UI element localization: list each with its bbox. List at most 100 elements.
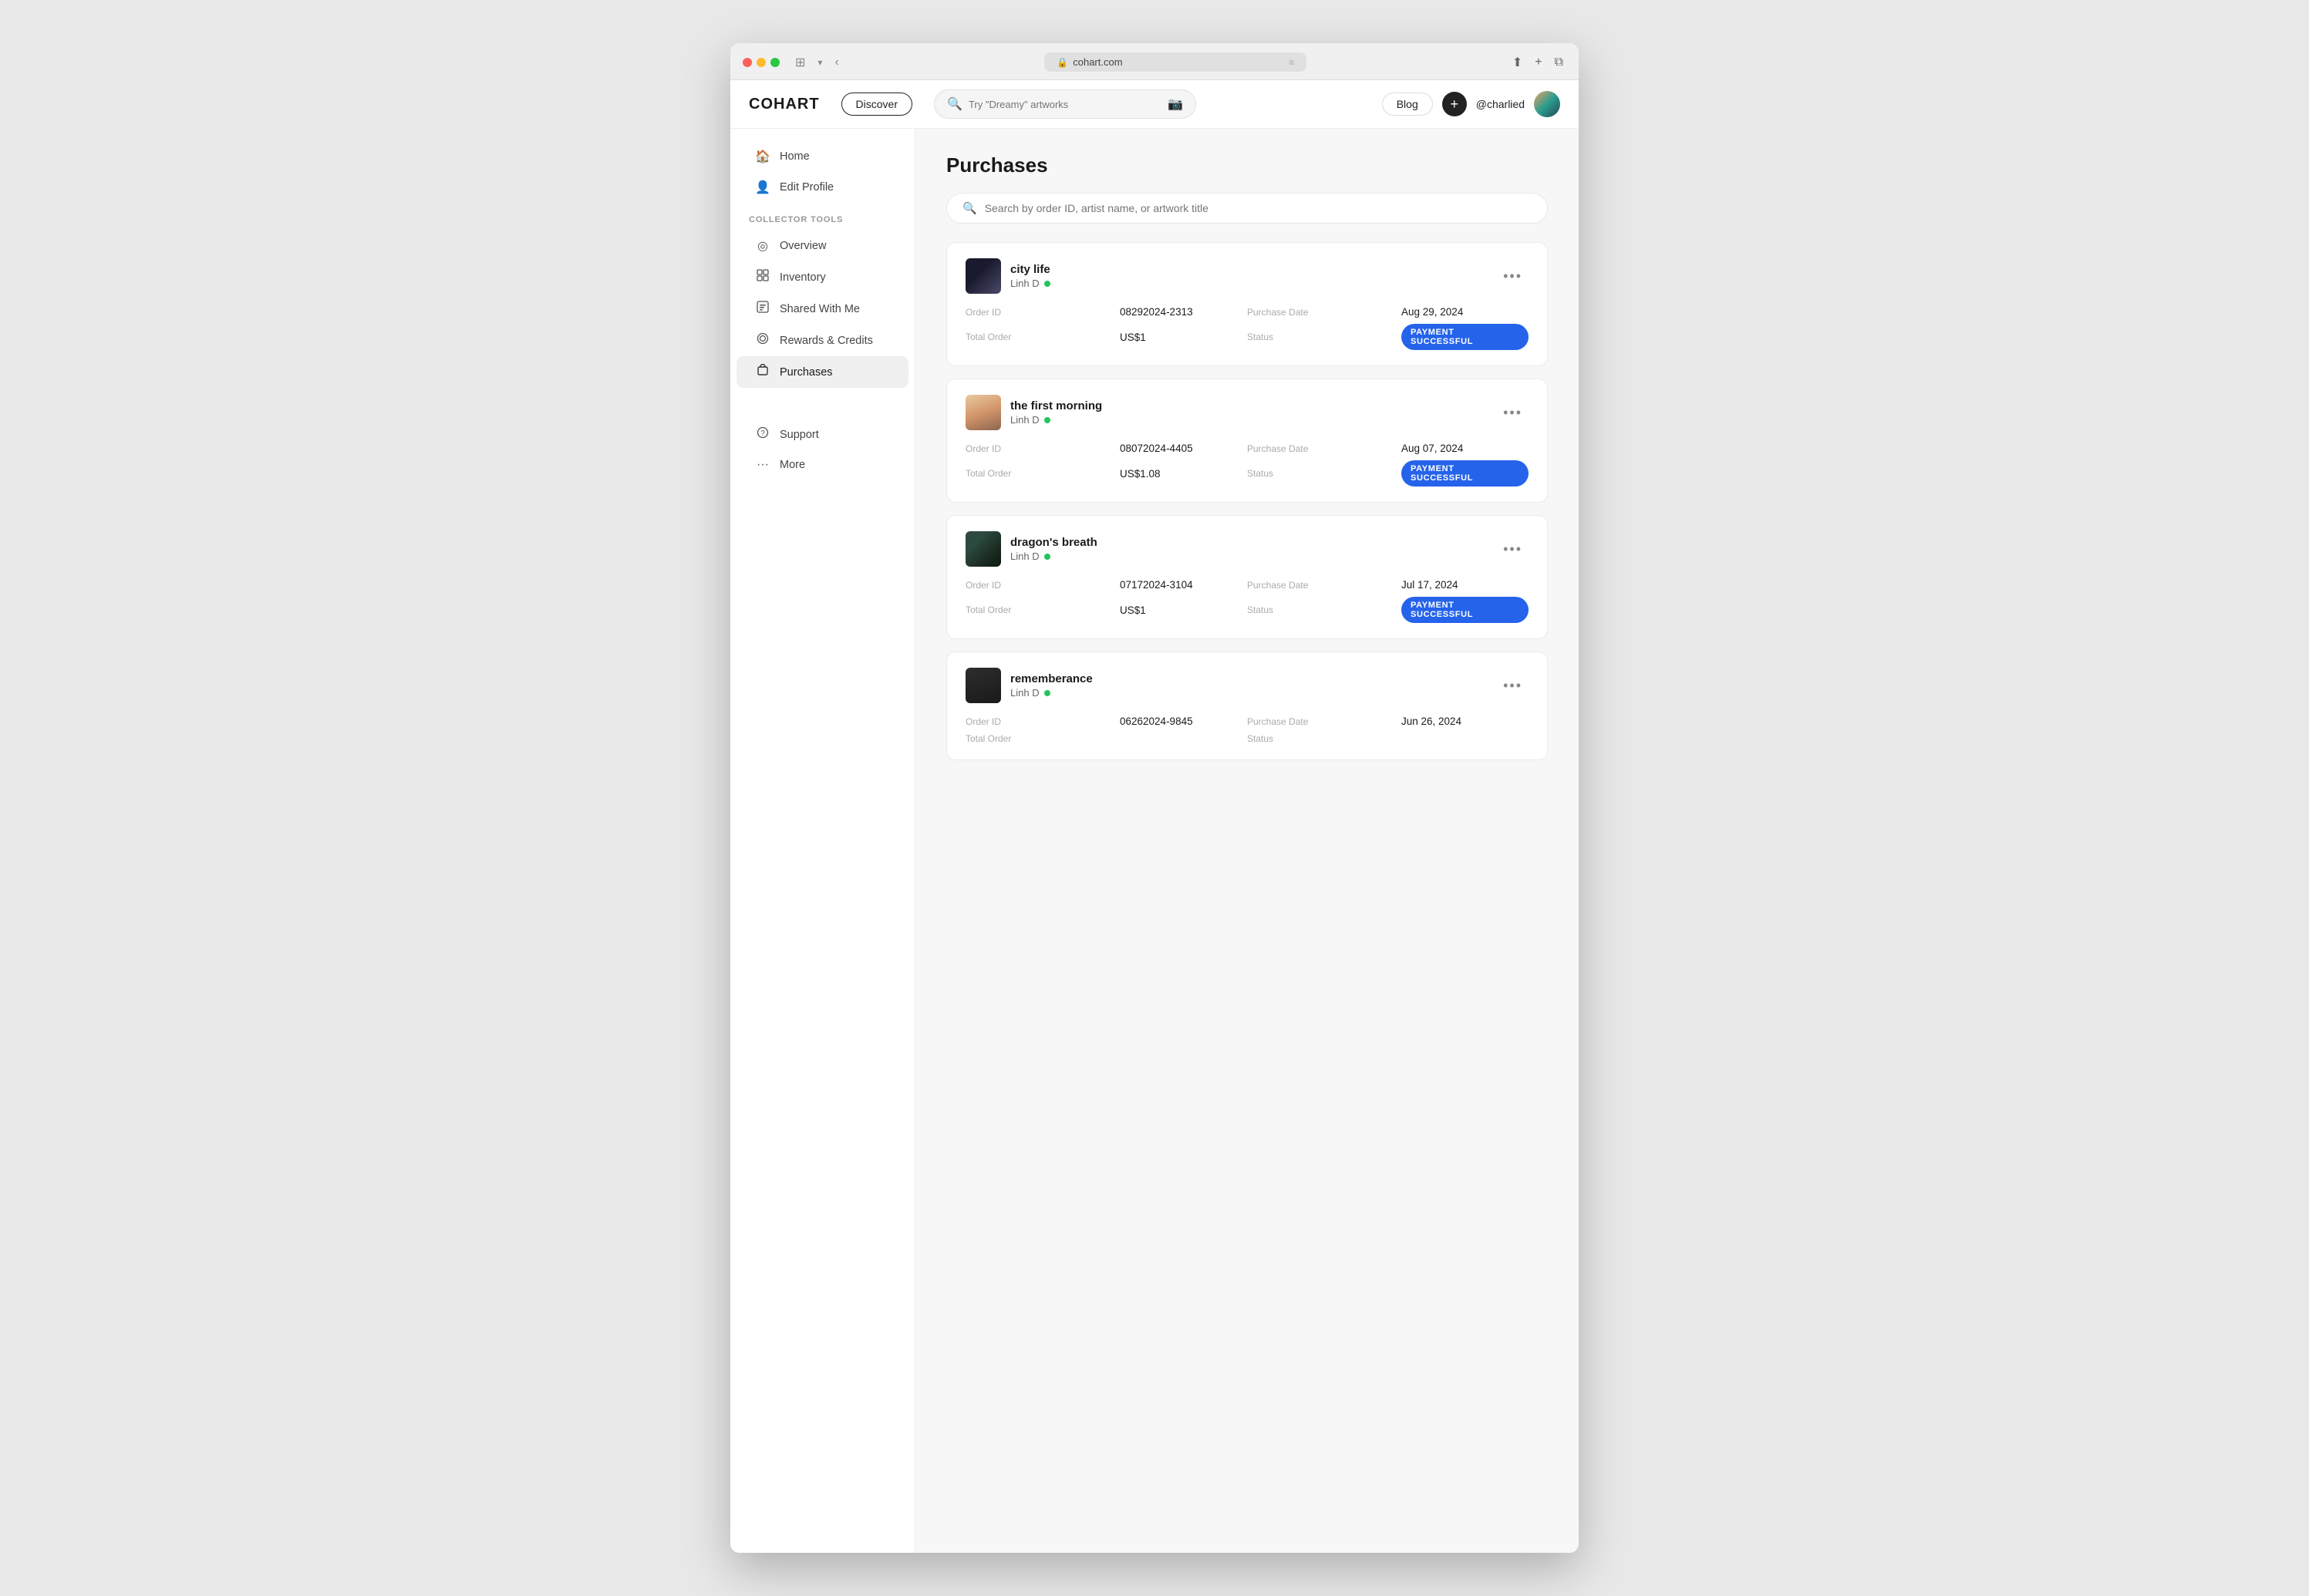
more-options-button[interactable]: •••: [1497, 402, 1529, 424]
main-content: Purchases 🔍 city life Linh D ••: [915, 129, 1579, 1553]
artist-name: Linh D: [1010, 414, 1040, 426]
support-icon: ?: [755, 426, 770, 443]
sidebar-item-inventory[interactable]: Inventory: [737, 261, 908, 293]
status-label: Status: [1247, 468, 1401, 479]
url-text: cohart.com: [1073, 56, 1122, 68]
card-details: Order ID 07172024-3104 Purchase Date Jul…: [966, 579, 1529, 623]
order-id-value: 08292024-2313: [1120, 306, 1247, 318]
tabs-button[interactable]: ⧉: [1552, 54, 1566, 71]
artist-name: Linh D: [1010, 278, 1040, 289]
sidebar-item-rewards-credits[interactable]: Rewards & Credits: [737, 325, 908, 356]
share-button[interactable]: ⬆: [1509, 53, 1525, 72]
order-id-label: Order ID: [966, 443, 1120, 454]
status-badge: PAYMENT SUCCESSFUL: [1401, 597, 1529, 623]
online-indicator: [1044, 690, 1050, 696]
search-icon: 🔍: [947, 96, 962, 112]
search-icon: 🔍: [962, 201, 977, 215]
artwork-thumbnail: [966, 531, 1001, 567]
overview-icon: ◎: [755, 238, 770, 254]
back-button[interactable]: ‹: [831, 53, 841, 72]
collector-tools-label: COLLECTOR TOOLS: [730, 203, 915, 231]
home-icon: 🏠: [755, 149, 770, 164]
order-id-label: Order ID: [966, 580, 1120, 591]
traffic-lights: [743, 58, 780, 67]
card-details: Order ID 08292024-2313 Purchase Date Aug…: [966, 306, 1529, 350]
more-options-button[interactable]: •••: [1497, 675, 1529, 697]
more-options-button[interactable]: •••: [1497, 265, 1529, 288]
purchases-icon: [755, 364, 770, 380]
global-search-bar[interactable]: 🔍 📷: [934, 89, 1196, 119]
sidebar-item-home[interactable]: 🏠 Home: [737, 141, 908, 172]
card-details: Order ID 06262024-9845 Purchase Date Jun…: [966, 716, 1529, 744]
chevron-down-icon[interactable]: ▾: [814, 53, 825, 72]
order-id-value: 07172024-3104: [1120, 579, 1247, 591]
profile-icon: 👤: [755, 180, 770, 195]
sidebar-label-support: Support: [780, 429, 819, 441]
sidebar-item-more[interactable]: ··· More: [737, 450, 908, 480]
sidebar-item-edit-profile[interactable]: 👤 Edit Profile: [737, 172, 908, 203]
artwork-info: the first morning Linh D: [966, 395, 1102, 430]
artist-name: Linh D: [1010, 551, 1040, 562]
blog-button[interactable]: Blog: [1382, 93, 1433, 116]
sidebar-item-shared-with-me[interactable]: Shared With Me: [737, 293, 908, 325]
global-search-input[interactable]: [969, 99, 1161, 110]
create-button[interactable]: +: [1442, 92, 1467, 116]
sidebar-label-purchases: Purchases: [780, 366, 833, 379]
artwork-title: rememberance: [1010, 672, 1093, 685]
close-button[interactable]: [743, 58, 752, 67]
sidebar-label-edit-profile: Edit Profile: [780, 181, 834, 194]
more-options-button[interactable]: •••: [1497, 538, 1529, 561]
status-cell: PAYMENT SUCCESSFUL: [1401, 460, 1529, 487]
artwork-thumbnail: [966, 395, 1001, 430]
avatar[interactable]: [1534, 91, 1560, 117]
shared-icon: [755, 301, 770, 317]
card-details: Order ID 08072024-4405 Purchase Date Aug…: [966, 443, 1529, 487]
sidebar-label-home: Home: [780, 150, 810, 163]
minimize-button[interactable]: [757, 58, 766, 67]
order-id-label: Order ID: [966, 307, 1120, 318]
top-navigation: COHART Discover 🔍 📷 Blog + @charlied: [730, 80, 1579, 129]
total-order-value: US$1: [1120, 332, 1247, 343]
discover-button[interactable]: Discover: [841, 93, 912, 116]
page-title: Purchases: [946, 153, 1548, 177]
total-order-label: Total Order: [966, 332, 1120, 342]
reader-icon: ≡: [1289, 57, 1294, 68]
purchase-card: city life Linh D ••• Order ID 08292024-2…: [946, 242, 1548, 366]
artwork-title: dragon's breath: [1010, 536, 1097, 549]
online-indicator: [1044, 417, 1050, 423]
purchases-search-input[interactable]: [985, 202, 1532, 214]
artwork-title: the first morning: [1010, 399, 1102, 412]
username-label[interactable]: @charlied: [1476, 98, 1525, 110]
order-id-label: Order ID: [966, 716, 1120, 727]
artist-row: Linh D: [1010, 278, 1050, 289]
status-cell: PAYMENT SUCCESSFUL: [1401, 324, 1529, 350]
logo[interactable]: COHART: [749, 96, 820, 113]
sidebar-label-inventory: Inventory: [780, 271, 826, 284]
camera-icon[interactable]: 📷: [1168, 96, 1183, 112]
sidebar: 🏠 Home 👤 Edit Profile COLLECTOR TOOLS ◎ …: [730, 129, 915, 1553]
total-order-label: Total Order: [966, 733, 1120, 744]
status-label: Status: [1247, 604, 1401, 615]
new-tab-button[interactable]: +: [1532, 54, 1545, 71]
status-badge: PAYMENT SUCCESSFUL: [1401, 324, 1529, 350]
purchases-search-box[interactable]: 🔍: [946, 193, 1548, 224]
purchase-date-value: Aug 07, 2024: [1401, 443, 1529, 454]
total-order-value: US$1.08: [1120, 468, 1247, 480]
maximize-button[interactable]: [770, 58, 780, 67]
status-label: Status: [1247, 733, 1401, 744]
artist-row: Linh D: [1010, 414, 1102, 426]
sidebar-item-support[interactable]: ? Support: [737, 419, 908, 450]
status-cell: PAYMENT SUCCESSFUL: [1401, 597, 1529, 623]
sidebar-toggle-button[interactable]: ⊞: [792, 53, 808, 72]
artwork-thumbnail: [966, 668, 1001, 703]
artwork-title: city life: [1010, 263, 1050, 276]
svg-text:?: ?: [760, 429, 765, 438]
purchase-date-value: Jun 26, 2024: [1401, 716, 1529, 727]
artwork-info: city life Linh D: [966, 258, 1050, 294]
purchases-list: city life Linh D ••• Order ID 08292024-2…: [946, 242, 1548, 760]
total-order-label: Total Order: [966, 468, 1120, 479]
address-bar[interactable]: 🔒 cohart.com ≡: [1044, 52, 1306, 72]
sidebar-item-purchases[interactable]: Purchases: [737, 356, 908, 388]
sidebar-item-overview[interactable]: ◎ Overview: [737, 231, 908, 261]
inventory-icon: [755, 269, 770, 285]
